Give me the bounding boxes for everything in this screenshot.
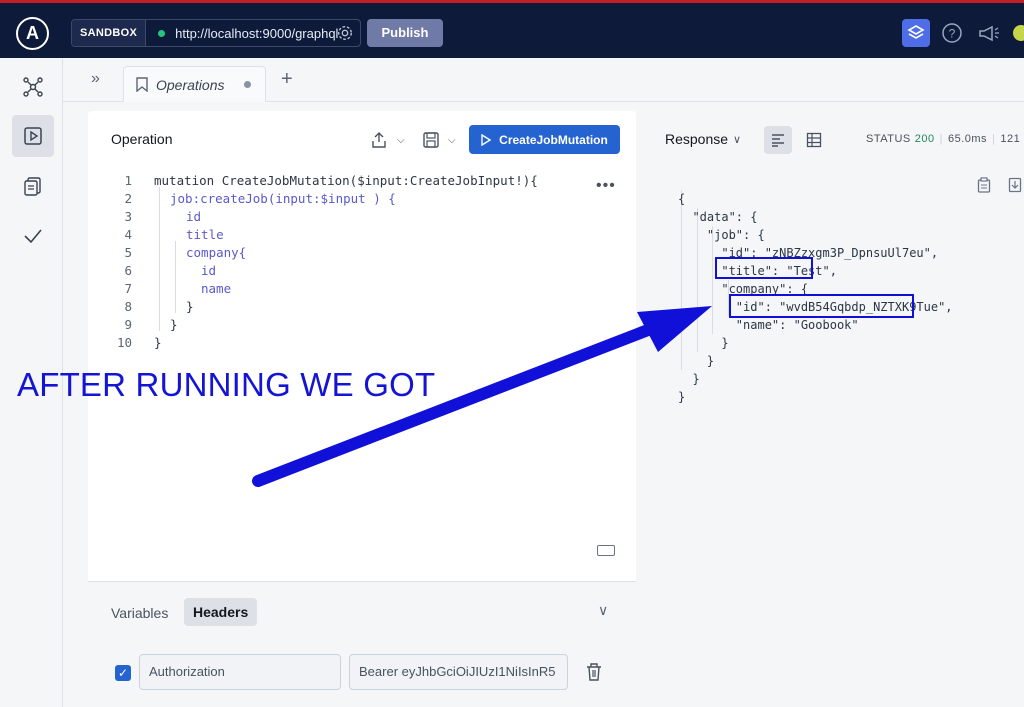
annotation-text: AFTER RUNNING WE GOT	[17, 366, 436, 403]
annotation-arrow	[252, 306, 712, 487]
